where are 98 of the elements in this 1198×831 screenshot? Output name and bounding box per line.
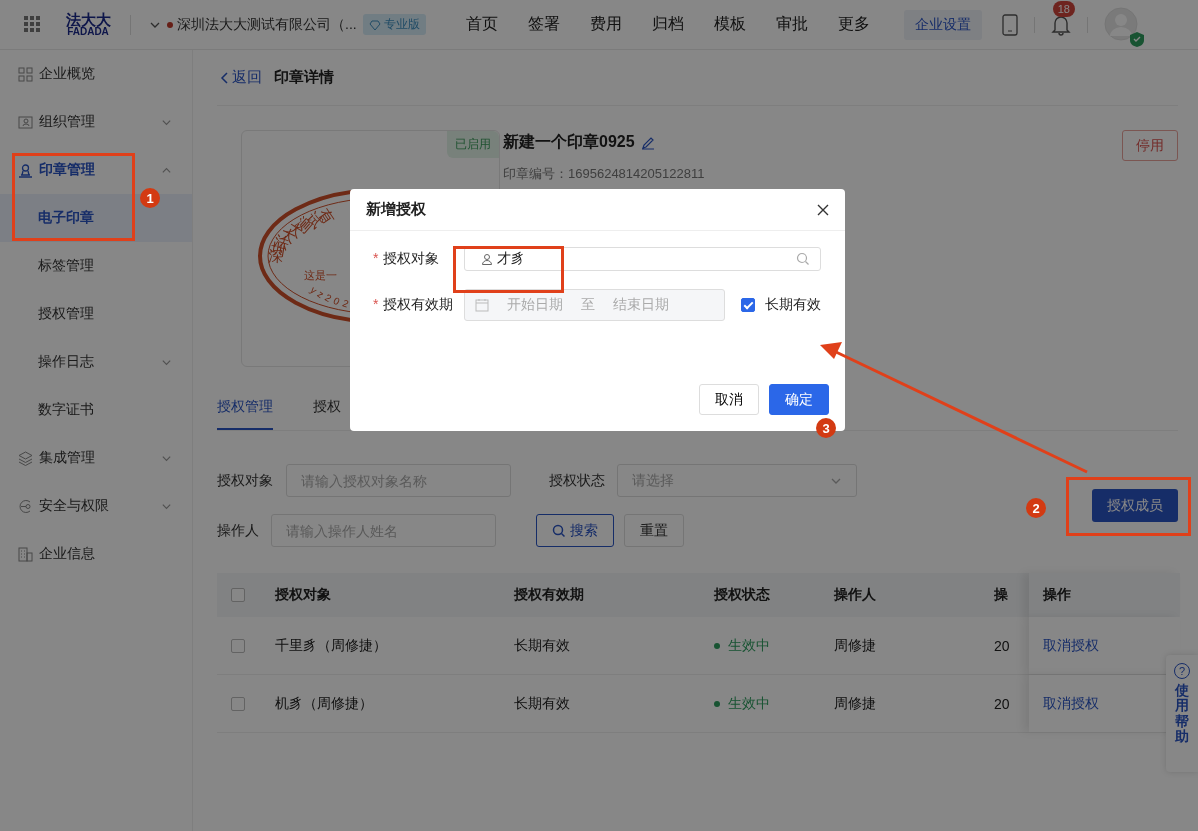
status-dot: [167, 21, 173, 28]
required-mark: *: [373, 296, 379, 314]
company-name[interactable]: 深圳法大大测试有限公司（...: [177, 15, 357, 34]
table-cell-text: 周修捷: [834, 694, 877, 713]
back-link[interactable]: 返回: [217, 68, 262, 87]
member-select[interactable]: 才豸: [464, 247, 821, 271]
sidebar-item[interactable]: 企业概览: [0, 50, 192, 98]
cancel-button[interactable]: 取消: [699, 384, 759, 415]
cancel-link[interactable]: 取消授权: [1043, 694, 1099, 713]
phone-icon[interactable]: [1001, 13, 1018, 36]
shield-icon: [1129, 31, 1144, 47]
status-tag: 已启用: [447, 131, 499, 158]
table-cell-text: 长期有效: [513, 694, 571, 713]
seal-text: 这是一: [304, 269, 337, 281]
dialog-title: 新增授权: [366, 200, 426, 219]
seal-text: 深圳法大大测试有: [268, 205, 339, 265]
help-label: 使用帮助: [1175, 683, 1189, 745]
nav-link[interactable]: 审批: [775, 14, 808, 35]
cancel-link[interactable]: 取消授权: [1043, 636, 1099, 655]
avatar[interactable]: [1103, 6, 1138, 41]
notification-badge: 18: [1052, 0, 1075, 17]
column-header: 授权对象: [274, 586, 332, 604]
required-mark: *: [373, 250, 379, 268]
user-icon: [481, 253, 493, 265]
seal-name: 新建一个印章0925: [503, 132, 635, 152]
table-cell-text: 长期有效: [513, 636, 571, 655]
nav-link[interactable]: 归档: [651, 14, 684, 35]
table-cell-text: 周修捷: [834, 636, 877, 655]
confirm-button[interactable]: 确定: [769, 384, 829, 415]
search-button[interactable]: 搜索: [536, 514, 614, 547]
column-header: 操作人: [834, 586, 877, 604]
sidebar-item[interactable]: 标签管理: [0, 242, 192, 290]
checkbox[interactable]: [231, 638, 245, 653]
status-text: 生效中: [728, 694, 770, 713]
status-dot: [714, 642, 720, 649]
tab[interactable]: 授权: [313, 394, 341, 430]
table-cell-text: 20: [994, 695, 1011, 712]
key-icon: [18, 498, 33, 514]
apps-icon[interactable]: [24, 15, 42, 34]
member-tag: 才豸: [481, 250, 525, 268]
checkbox[interactable]: [231, 696, 245, 711]
table-cell-text: 20: [994, 637, 1011, 654]
field-label: 授权对象: [383, 250, 440, 268]
date-placeholder: 结束日期: [613, 296, 669, 314]
close-icon[interactable]: [817, 203, 829, 216]
edition-tag: 专业版: [362, 14, 426, 35]
table-cell-text: 千里豸（周修捷）: [274, 636, 388, 655]
chevron-left-icon: [220, 71, 229, 84]
settings-button[interactable]: 企业设置: [903, 9, 982, 40]
field-label: 授权有效期: [383, 296, 454, 314]
building-icon: [18, 546, 33, 562]
diamond-icon: [368, 18, 381, 31]
grid-icon: [18, 66, 33, 82]
sidebar-item[interactable]: 组织管理: [0, 98, 192, 146]
sidebar-item[interactable]: 安全与权限: [0, 482, 192, 530]
sidebar-item[interactable]: 操作日志: [0, 338, 192, 386]
sidebar-item[interactable]: 授权管理: [0, 290, 192, 338]
status-dot: [714, 700, 720, 707]
edit-icon[interactable]: [640, 135, 655, 150]
table-cell-text: 机豸（周修捷）: [274, 694, 374, 713]
nav-link[interactable]: 更多: [837, 14, 870, 35]
sidebar-item[interactable]: 数字证书: [0, 386, 192, 434]
logo-text: FADADA: [67, 27, 109, 37]
range-separator: 至: [581, 296, 595, 314]
nav-link[interactable]: 模板: [713, 14, 746, 35]
field-label: 授权对象: [217, 471, 274, 490]
reset-button[interactable]: 重置: [624, 514, 684, 547]
field-label: 授权状态: [549, 471, 603, 490]
checkbox[interactable]: [231, 588, 245, 602]
stamp-icon: [18, 162, 33, 178]
step-badge: 2: [1026, 498, 1046, 518]
column-header: 操作: [1029, 573, 1180, 617]
logo-text: 法大大: [65, 12, 111, 27]
status-text: 生效中: [728, 636, 770, 655]
add-member-button[interactable]: 授权成员: [1092, 489, 1178, 522]
search-icon: [796, 252, 810, 266]
layers-icon: [18, 450, 33, 466]
checkbox[interactable]: [741, 298, 755, 312]
column-header: 操: [994, 586, 1009, 604]
nav-link[interactable]: 首页: [465, 14, 498, 35]
nav-link[interactable]: 费用: [589, 14, 622, 35]
tab[interactable]: 授权管理: [217, 394, 273, 430]
step-badge: 1: [140, 188, 160, 208]
page-title: 印章详情: [274, 68, 334, 87]
sidebar-item[interactable]: 集成管理: [0, 434, 192, 482]
nav-link[interactable]: 签署: [527, 14, 560, 35]
column-header: 授权有效期: [513, 586, 585, 604]
search-icon: [552, 523, 566, 538]
field-label: 操作人: [217, 521, 260, 540]
profile-card-icon: [18, 114, 33, 130]
column-header: 授权状态: [714, 586, 771, 604]
checkbox-label: 长期有效: [765, 296, 821, 314]
calendar-icon: [475, 298, 489, 312]
seal-number: 印章编号：1695624814205122811: [503, 165, 706, 183]
sidebar-item[interactable]: 企业信息: [0, 530, 192, 578]
date-placeholder: 开始日期: [507, 296, 563, 314]
disable-button[interactable]: 停用: [1122, 130, 1178, 161]
step-badge: 3: [816, 418, 836, 438]
